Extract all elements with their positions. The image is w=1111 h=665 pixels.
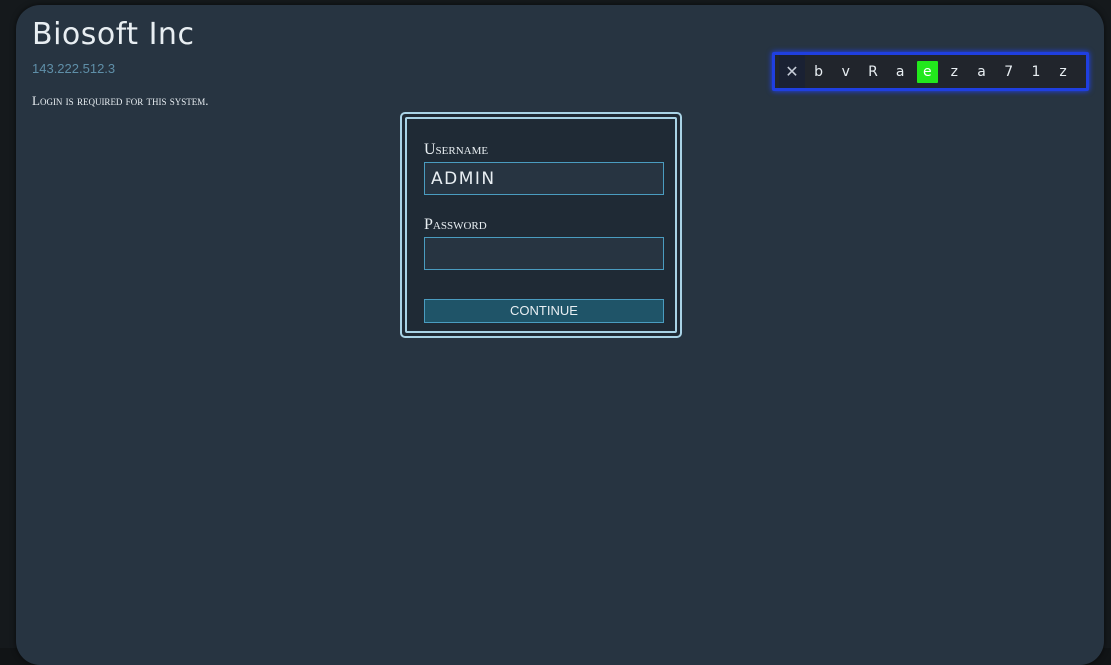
window-frame: Biosoft Inc 143.222.512.3 Login is requi…	[0, 0, 1111, 665]
key-char: a	[977, 63, 986, 80]
page-title: Biosoft Inc	[32, 17, 195, 52]
key-char: 7	[1004, 63, 1014, 80]
key-char-active: e	[916, 60, 938, 83]
continue-button[interactable]: CONTINUE	[424, 299, 664, 323]
key-sequence-strip: ✕ b v R a e z a 7 1 z	[772, 52, 1089, 91]
key-char: 1	[1031, 63, 1041, 80]
login-dialog: Username Password CONTINUE	[400, 112, 682, 338]
username-field[interactable]	[424, 162, 664, 195]
server-ip: 143.222.512.3	[32, 61, 116, 76]
key-char: v	[841, 63, 850, 80]
password-label: Password	[424, 216, 487, 233]
key-char: b	[814, 63, 824, 80]
key-char: a	[895, 63, 905, 80]
key-char: z	[950, 63, 959, 80]
login-notice: Login is required for this system.	[32, 93, 209, 108]
username-label: Username	[424, 141, 489, 158]
close-icon[interactable]: ✕	[779, 55, 805, 88]
password-field[interactable]	[424, 237, 664, 270]
login-form: Username Password CONTINUE	[405, 117, 677, 333]
key-char: R	[868, 63, 878, 80]
key-char: z	[1059, 63, 1067, 80]
